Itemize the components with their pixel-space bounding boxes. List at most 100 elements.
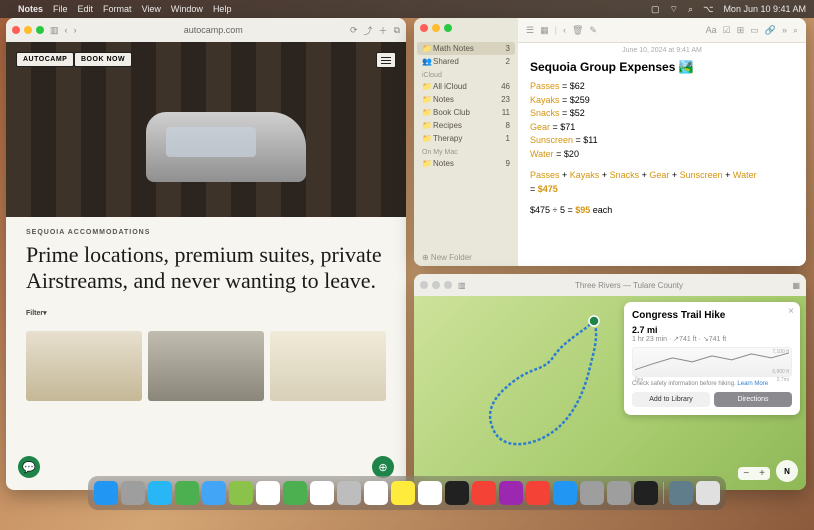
minimize-button[interactable] bbox=[24, 26, 32, 34]
airstream-photo bbox=[146, 112, 306, 182]
thumb-airstream[interactable] bbox=[148, 331, 264, 401]
menu-format[interactable]: Format bbox=[103, 4, 132, 14]
dock-app-launchpad[interactable] bbox=[121, 481, 145, 505]
close-button[interactable] bbox=[420, 24, 428, 32]
clock[interactable]: Mon Jun 10 9:41 AM bbox=[723, 4, 806, 14]
zoom-button[interactable] bbox=[36, 26, 44, 34]
minimize-button[interactable] bbox=[432, 281, 440, 289]
dock-trash[interactable] bbox=[696, 481, 720, 505]
folder-all-icloud[interactable]: 📁All iCloud46 bbox=[414, 80, 518, 93]
folder-notes[interactable]: 📁Notes23 bbox=[414, 93, 518, 106]
format-icon[interactable]: Aa bbox=[706, 25, 717, 35]
menu-help[interactable]: Help bbox=[213, 4, 232, 14]
accessibility-fab[interactable]: ⊕ bbox=[372, 456, 394, 478]
dock bbox=[88, 476, 726, 510]
zoom-button[interactable] bbox=[444, 281, 452, 289]
gallery-view-icon[interactable]: ▦ bbox=[540, 25, 549, 36]
list-view-icon[interactable]: ☰ bbox=[526, 25, 534, 36]
learn-more-link[interactable]: Learn More bbox=[737, 381, 768, 387]
reload-icon[interactable]: ⟳ bbox=[350, 25, 358, 36]
dock-app-calendar[interactable] bbox=[310, 481, 334, 505]
search-icon[interactable]: ⌕ bbox=[793, 25, 798, 36]
menu-file[interactable]: File bbox=[53, 4, 68, 14]
filter-dropdown[interactable]: Filter▾ bbox=[26, 309, 386, 317]
trail-stats: 1 hr 23 min · ↗741 ft · ↘741 ft bbox=[632, 335, 792, 343]
directions-button[interactable]: Directions bbox=[714, 392, 792, 407]
dock-app-freeform[interactable] bbox=[418, 481, 442, 505]
zoom-button[interactable] bbox=[444, 24, 452, 32]
close-button[interactable] bbox=[420, 281, 428, 289]
add-to-library-button[interactable]: Add to Library bbox=[632, 392, 710, 407]
dock-downloads[interactable] bbox=[669, 481, 693, 505]
dock-separator bbox=[663, 482, 664, 504]
zoom-out-button[interactable]: − bbox=[738, 467, 754, 480]
thumb-suite[interactable] bbox=[26, 331, 142, 401]
compass[interactable]: N bbox=[776, 460, 798, 482]
forward-icon[interactable]: › bbox=[74, 25, 77, 35]
dock-app-messages[interactable] bbox=[175, 481, 199, 505]
hamburger-menu[interactable] bbox=[376, 52, 396, 68]
dock-app-passwords[interactable] bbox=[580, 481, 604, 505]
dock-app-mail[interactable] bbox=[202, 481, 226, 505]
address-bar[interactable]: autocamp.com bbox=[83, 25, 344, 35]
wifi-icon[interactable]: ⌔ bbox=[670, 4, 678, 15]
checklist-icon[interactable]: ☑ bbox=[723, 25, 731, 36]
menu-window[interactable]: Window bbox=[171, 4, 203, 14]
dock-app-photos[interactable] bbox=[256, 481, 280, 505]
link-icon[interactable]: 🔗 bbox=[765, 25, 776, 36]
menu-view[interactable]: View bbox=[142, 4, 161, 14]
dock-app-podcasts[interactable] bbox=[499, 481, 523, 505]
section-kicker: SEQUOIA ACCOMMODATIONS bbox=[26, 229, 386, 236]
media-icon[interactable]: ▭ bbox=[750, 25, 759, 36]
folder-book-club[interactable]: 📁Book Club11 bbox=[414, 106, 518, 119]
dock-app-facetime[interactable] bbox=[283, 481, 307, 505]
new-tab-icon[interactable]: ＋ bbox=[379, 24, 388, 37]
sidebar-icon[interactable]: ▥ bbox=[50, 25, 59, 36]
map-mode-icon[interactable]: ▦ bbox=[792, 281, 800, 290]
control-center-icon[interactable]: ⌥ bbox=[703, 4, 713, 15]
table-icon[interactable]: ⊞ bbox=[737, 25, 745, 36]
maps-search[interactable]: Three Rivers — Tulare County bbox=[472, 281, 787, 290]
dock-app-safari[interactable] bbox=[148, 481, 172, 505]
more-icon[interactable]: » bbox=[782, 25, 787, 35]
folder-math-notes[interactable]: 📁Math Notes 3 bbox=[417, 42, 515, 55]
app-menu[interactable]: Notes bbox=[18, 4, 43, 14]
dock-app-reminders[interactable] bbox=[364, 481, 388, 505]
trash-icon[interactable]: 🗑 bbox=[572, 25, 583, 36]
search-icon[interactable]: ⌕ bbox=[688, 4, 693, 15]
tabs-icon[interactable]: ⧉ bbox=[394, 25, 400, 36]
new-folder-button[interactable]: ⊕ New Folder bbox=[422, 253, 472, 262]
back-icon[interactable]: ‹ bbox=[65, 25, 68, 35]
map-canvas[interactable]: × Congress Trail Hike 2.7 mi 1 hr 23 min… bbox=[414, 296, 806, 490]
dock-app-music[interactable] bbox=[472, 481, 496, 505]
folder-shared[interactable]: 👥Shared 2 bbox=[414, 55, 518, 68]
zoom-in-button[interactable]: + bbox=[754, 467, 770, 480]
folder-therapy[interactable]: 📁Therapy1 bbox=[414, 132, 518, 145]
folder-local-notes[interactable]: 📁Notes9 bbox=[414, 157, 518, 170]
dock-app-appstore[interactable] bbox=[553, 481, 577, 505]
battery-icon[interactable]: ▢ bbox=[651, 4, 660, 15]
dock-app-contacts[interactable] bbox=[337, 481, 361, 505]
zoom-controls: − + bbox=[738, 467, 770, 480]
minimize-button[interactable] bbox=[432, 24, 440, 32]
share-icon[interactable]: ⤴ bbox=[364, 24, 373, 37]
book-now-button[interactable]: BOOK NOW bbox=[74, 52, 132, 67]
brand-logo[interactable]: AUTOCAMP bbox=[16, 52, 74, 67]
close-button[interactable] bbox=[12, 26, 20, 34]
dock-app-iphone[interactable] bbox=[634, 481, 658, 505]
note-body[interactable]: Sequoia Group Expenses 🏞️ Passes = $62 K… bbox=[518, 58, 806, 218]
dock-app-maps[interactable] bbox=[229, 481, 253, 505]
thumb-bed[interactable] bbox=[270, 331, 386, 401]
close-icon[interactable]: × bbox=[788, 306, 794, 317]
menu-edit[interactable]: Edit bbox=[78, 4, 94, 14]
chat-fab[interactable]: 💬 bbox=[18, 456, 40, 478]
new-note-icon[interactable]: ✎ bbox=[589, 25, 597, 36]
dock-app-tv[interactable] bbox=[445, 481, 469, 505]
dock-app-finder[interactable] bbox=[94, 481, 118, 505]
sidebar-icon[interactable]: ▥ bbox=[458, 281, 466, 290]
back-icon[interactable]: ‹ bbox=[563, 25, 566, 35]
dock-app-notes[interactable] bbox=[391, 481, 415, 505]
dock-app-news[interactable] bbox=[526, 481, 550, 505]
folder-recipes[interactable]: 📁Recipes8 bbox=[414, 119, 518, 132]
dock-app-settings[interactable] bbox=[607, 481, 631, 505]
